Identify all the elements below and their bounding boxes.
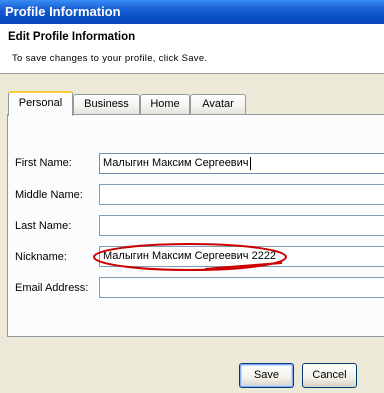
cancel-button-label: Cancel (312, 369, 347, 381)
tab-business-label: Business (84, 98, 129, 110)
first-name-label: First Name: (15, 157, 72, 169)
nickname-value: Малыгин Максим Сергеевич 2222 (103, 250, 277, 262)
dialog-header: Edit Profile Information To save changes… (0, 24, 384, 74)
middle-name-field[interactable] (99, 184, 384, 205)
tab-home[interactable]: Home (140, 94, 190, 114)
window-titlebar: Profile Information (0, 0, 384, 24)
save-button-label: Save (253, 369, 280, 381)
first-name-field[interactable]: Малыгин Максим Сергеевич (99, 153, 384, 174)
last-name-field[interactable] (99, 215, 384, 236)
last-name-label: Last Name: (15, 220, 72, 232)
window-title: Profile Information (5, 4, 121, 19)
email-address-field[interactable] (99, 277, 384, 298)
tab-avatar-label: Avatar (202, 98, 234, 110)
header-description: To save changes to your profile, click S… (12, 53, 208, 64)
first-name-value: Малыгин Максим Сергеевич (103, 157, 249, 169)
email-address-label: Email Address: (15, 282, 89, 294)
tab-avatar[interactable]: Avatar (190, 94, 246, 114)
save-button[interactable]: Save (239, 363, 294, 388)
nickname-label: Nickname: (15, 251, 67, 263)
tab-personal[interactable]: Personal (8, 91, 73, 116)
middle-name-label: Middle Name: (15, 189, 83, 201)
text-caret (249, 156, 251, 170)
nickname-field[interactable]: Малыгин Максим Сергеевич 2222 (99, 246, 384, 267)
tab-personal-label: Personal (18, 97, 63, 109)
tab-home-label: Home (150, 98, 180, 110)
cancel-button[interactable]: Cancel (302, 363, 357, 388)
header-title: Edit Profile Information (8, 31, 136, 43)
tab-business[interactable]: Business (73, 94, 140, 114)
